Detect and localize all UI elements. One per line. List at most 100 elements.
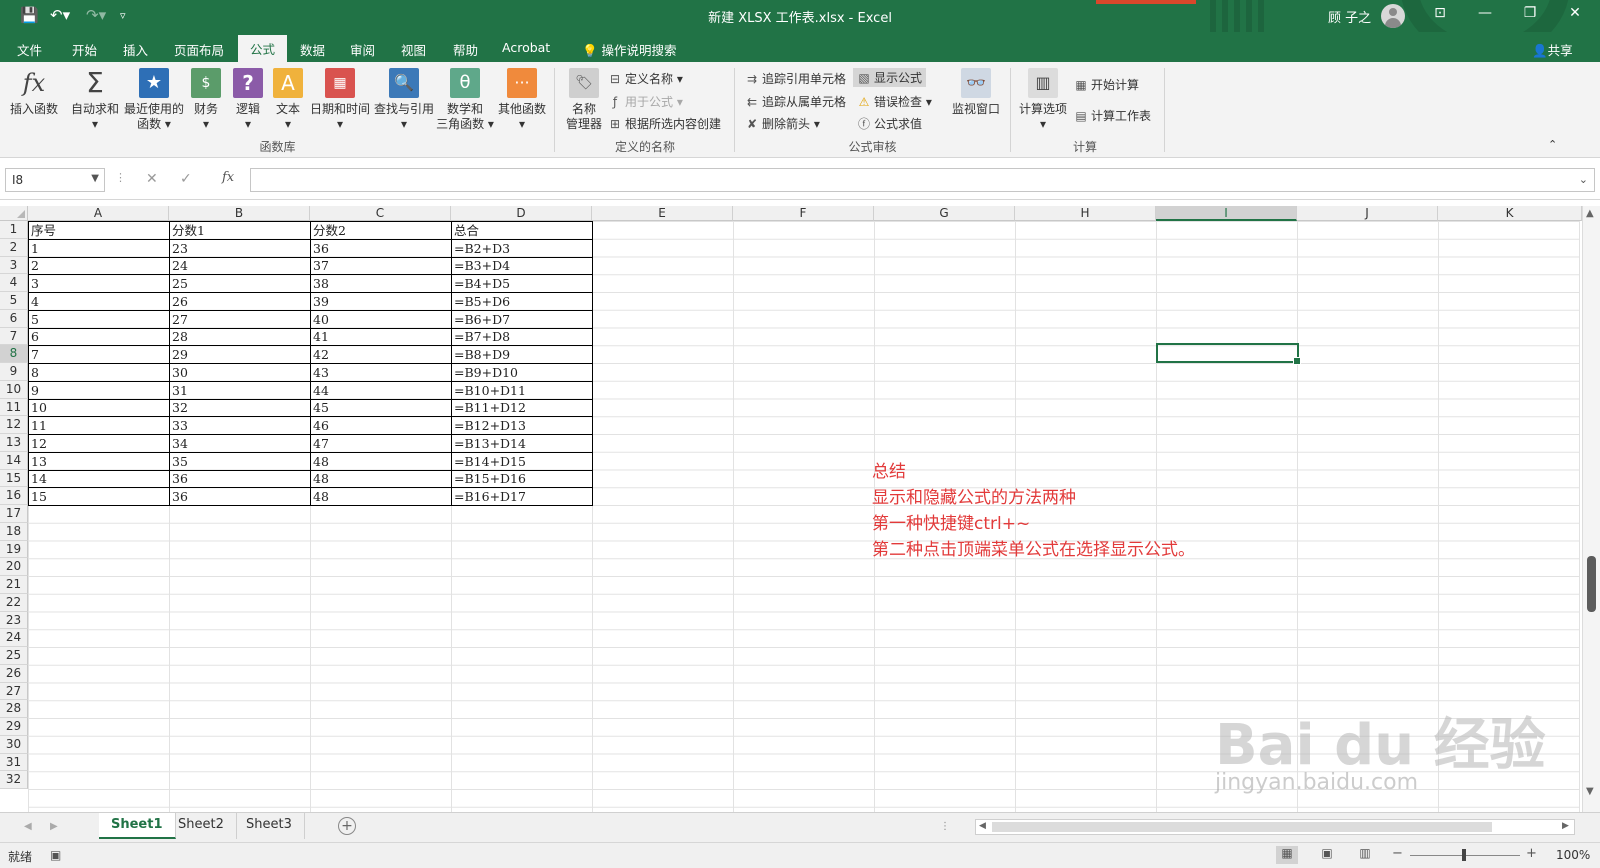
name-box[interactable]: I8 ▼: [5, 168, 105, 192]
vertical-scrollbar[interactable]: ▲ ▼: [1582, 206, 1600, 812]
sheet-tab-sheet2[interactable]: Sheet2: [166, 813, 237, 839]
insert-function-button[interactable]: fx 插入函数: [8, 68, 60, 117]
user-name[interactable]: 顾 子之: [1328, 7, 1371, 26]
table-cell[interactable]: =B8+D9: [451, 345, 593, 364]
restore-icon[interactable]: ❐: [1510, 5, 1550, 21]
cancel-icon[interactable]: ✕: [146, 171, 158, 187]
table-cell[interactable]: 43: [310, 363, 452, 382]
row-header-5[interactable]: 5: [0, 292, 28, 310]
table-cell[interactable]: 48: [310, 451, 452, 471]
collapse-ribbon-icon[interactable]: ⌃: [1548, 138, 1557, 151]
table-cell[interactable]: 48: [310, 487, 452, 506]
tab-page-layout[interactable]: 页面布局: [174, 40, 224, 59]
normal-view-icon[interactable]: ▦: [1276, 846, 1298, 864]
evaluate-formula-button[interactable]: ⓕ 公式求值: [857, 115, 922, 132]
share-button[interactable]: 👤共享: [1532, 40, 1573, 59]
table-cell[interactable]: 8: [28, 363, 170, 382]
insert-function-icon[interactable]: fx: [222, 170, 234, 185]
column-header-a[interactable]: A: [28, 206, 169, 221]
column-header-g[interactable]: G: [874, 206, 1015, 221]
table-cell[interactable]: 32: [169, 398, 311, 418]
column-header-i[interactable]: I: [1156, 206, 1297, 221]
use-in-formula-button[interactable]: ƒ 用于公式 ▾: [608, 93, 683, 110]
table-cell[interactable]: 31: [169, 380, 311, 400]
table-cell[interactable]: 4: [28, 292, 170, 311]
lookup-button[interactable]: 🔍 查找与引用 ▾: [372, 68, 436, 132]
watch-window-button[interactable]: 👓 监视窗口: [948, 68, 1004, 117]
row-header-10[interactable]: 10: [0, 380, 28, 399]
table-cell[interactable]: 12: [28, 434, 170, 453]
table-cell[interactable]: 41: [310, 327, 452, 347]
row-header-4[interactable]: 4: [0, 274, 28, 292]
table-cell[interactable]: 25: [169, 274, 311, 293]
table-cell[interactable]: =B16+D17: [451, 487, 593, 506]
recent-functions-button[interactable]: ★ 最近使用的 函数 ▾: [122, 68, 186, 132]
close-icon[interactable]: ✕: [1555, 5, 1595, 21]
column-header-h[interactable]: H: [1015, 206, 1156, 221]
table-cell[interactable]: 9: [28, 380, 170, 400]
table-cell[interactable]: 7: [28, 345, 170, 364]
chevron-down-icon[interactable]: ▼: [91, 173, 99, 184]
row-header-11[interactable]: 11: [0, 398, 28, 417]
table-cell[interactable]: =B6+D7: [451, 309, 593, 329]
logical-button[interactable]: ? 逻辑 ▾: [230, 68, 266, 132]
data-table[interactable]: 序号 分数1 分数2 总合 1 23 36 =B2+D3 2 24 37 =B3+D4 3 25 38 =B4…: [28, 221, 593, 506]
row-header-32[interactable]: 32: [0, 771, 28, 789]
table-cell[interactable]: 29: [169, 345, 311, 364]
row-header-20[interactable]: 20: [0, 558, 28, 576]
row-header-24[interactable]: 24: [0, 629, 28, 647]
text-functions-button[interactable]: A 文本 ▾: [270, 68, 306, 132]
table-cell[interactable]: 11: [28, 416, 170, 435]
financial-button[interactable]: $ 财务 ▾: [188, 68, 224, 132]
table-cell[interactable]: =B13+D14: [451, 434, 593, 453]
define-name-button[interactable]: ⊟ 定义名称 ▾: [608, 70, 683, 87]
column-header-j[interactable]: J: [1297, 206, 1438, 221]
table-cell[interactable]: =B7+D8: [451, 327, 593, 347]
sheet-tab-sheet3[interactable]: Sheet3: [234, 813, 305, 839]
expand-formula-bar-icon[interactable]: ⌄: [1579, 173, 1588, 186]
table-cell[interactable]: 3: [28, 274, 170, 293]
tab-acrobat[interactable]: Acrobat: [502, 40, 550, 55]
scroll-down-icon[interactable]: ▼: [1586, 786, 1594, 797]
row-header-23[interactable]: 23: [0, 611, 28, 630]
calculate-now-button[interactable]: ▦ 开始计算: [1074, 76, 1139, 93]
table-header-cell[interactable]: 总合: [451, 221, 593, 240]
row-header-3[interactable]: 3: [0, 256, 28, 275]
tab-help[interactable]: 帮助: [453, 40, 478, 59]
calculation-options-button[interactable]: ▥ 计算选项 ▾: [1016, 68, 1070, 132]
table-header-cell[interactable]: 分数2: [310, 221, 452, 240]
tell-me-search[interactable]: 💡 操作说明搜索: [582, 40, 677, 59]
more-functions-button[interactable]: ··· 其他函数 ▾: [496, 68, 548, 132]
table-cell[interactable]: 15: [28, 487, 170, 506]
table-cell[interactable]: 36: [169, 469, 311, 489]
column-header-k[interactable]: K: [1438, 206, 1582, 221]
remove-arrows-button[interactable]: ✘ 删除箭头 ▾: [745, 115, 820, 132]
row-header-29[interactable]: 29: [0, 718, 28, 736]
table-cell[interactable]: =B11+D12: [451, 398, 593, 418]
table-header-cell[interactable]: 分数1: [169, 221, 311, 240]
column-header-c[interactable]: C: [310, 206, 451, 221]
zoom-slider[interactable]: [1410, 849, 1520, 861]
tab-insert[interactable]: 插入: [123, 40, 148, 59]
column-header-e[interactable]: E: [592, 206, 733, 221]
row-header-30[interactable]: 30: [0, 735, 28, 754]
minimize-icon[interactable]: —: [1465, 5, 1505, 21]
page-layout-view-icon[interactable]: ▣: [1316, 846, 1338, 864]
scroll-right-icon[interactable]: ▶: [1562, 821, 1569, 831]
zoom-knob[interactable]: [1462, 849, 1466, 861]
ribbon-display-icon[interactable]: ⊡: [1420, 5, 1460, 21]
enter-icon[interactable]: ✓: [180, 171, 192, 187]
autosum-button[interactable]: Σ 自动求和 ▾: [68, 68, 122, 132]
trace-dependents-button[interactable]: ⇇ 追踪从属单元格: [745, 93, 846, 110]
table-header-cell[interactable]: 序号: [28, 221, 170, 240]
macro-record-icon[interactable]: ▣: [50, 848, 61, 862]
row-header-15[interactable]: 15: [0, 469, 28, 488]
calculate-sheet-button[interactable]: ▤ 计算工作表: [1074, 107, 1151, 124]
table-cell[interactable]: 36: [169, 487, 311, 506]
tab-view[interactable]: 视图: [401, 40, 426, 59]
table-cell[interactable]: 34: [169, 434, 311, 453]
table-cell[interactable]: 28: [169, 327, 311, 347]
row-header-9[interactable]: 9: [0, 363, 28, 381]
table-cell[interactable]: 44: [310, 380, 452, 400]
prev-sheet-icon[interactable]: ◀: [24, 821, 32, 832]
